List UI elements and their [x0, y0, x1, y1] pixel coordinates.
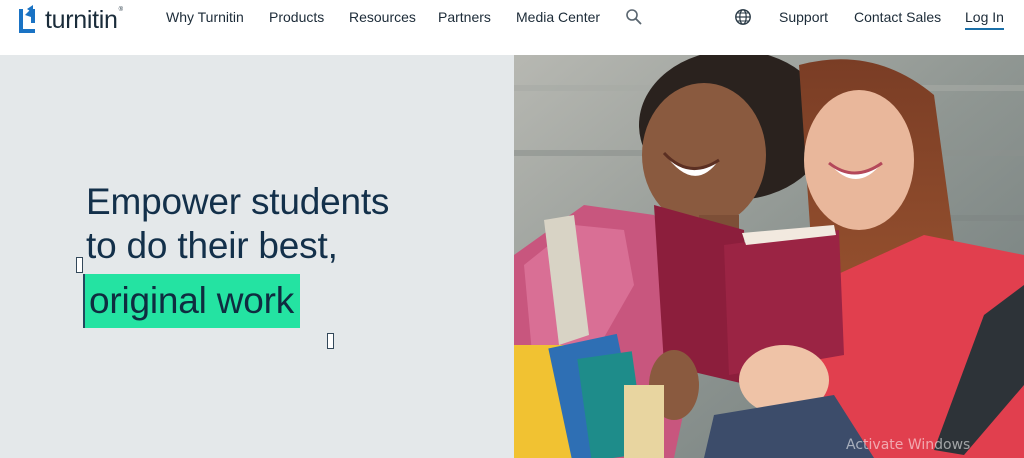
selection-start-handle[interactable]: [76, 257, 83, 273]
headline-line-1: Empower students: [86, 181, 390, 222]
top-navigation: turnitin ® Why Turnitin Products Resourc…: [0, 0, 1024, 55]
nav-resources[interactable]: Resources: [349, 9, 416, 25]
hero-headline: Empower students to do their best,: [86, 180, 389, 268]
nav-why-turnitin[interactable]: Why Turnitin: [166, 9, 244, 25]
headline-highlight[interactable]: original work: [83, 274, 301, 328]
nav-partners[interactable]: Partners: [438, 9, 491, 25]
login-link[interactable]: Log In: [965, 9, 1004, 30]
selection-end-handle[interactable]: [327, 333, 334, 349]
turnitin-logo-icon: [19, 5, 35, 33]
nav-contact-sales[interactable]: Contact Sales: [854, 9, 941, 25]
hero-photo: [514, 55, 1024, 458]
nav-media-center[interactable]: Media Center: [516, 9, 600, 25]
os-activation-watermark: Activate Windows: [846, 437, 971, 453]
text-selection-cursor: [83, 274, 85, 328]
globe-icon[interactable]: [734, 8, 752, 26]
students-reading-illustration: [514, 55, 1024, 458]
search-icon[interactable]: [625, 8, 643, 26]
turnitin-logo[interactable]: turnitin ®: [17, 3, 123, 37]
nav-support[interactable]: Support: [779, 9, 828, 25]
headline-line-2: to do their best,: [86, 225, 338, 266]
brand-name: turnitin: [45, 5, 118, 34]
headline-highlight-block: original work: [83, 274, 301, 328]
trademark-symbol: ®: [118, 7, 124, 13]
nav-products[interactable]: Products: [269, 9, 324, 25]
